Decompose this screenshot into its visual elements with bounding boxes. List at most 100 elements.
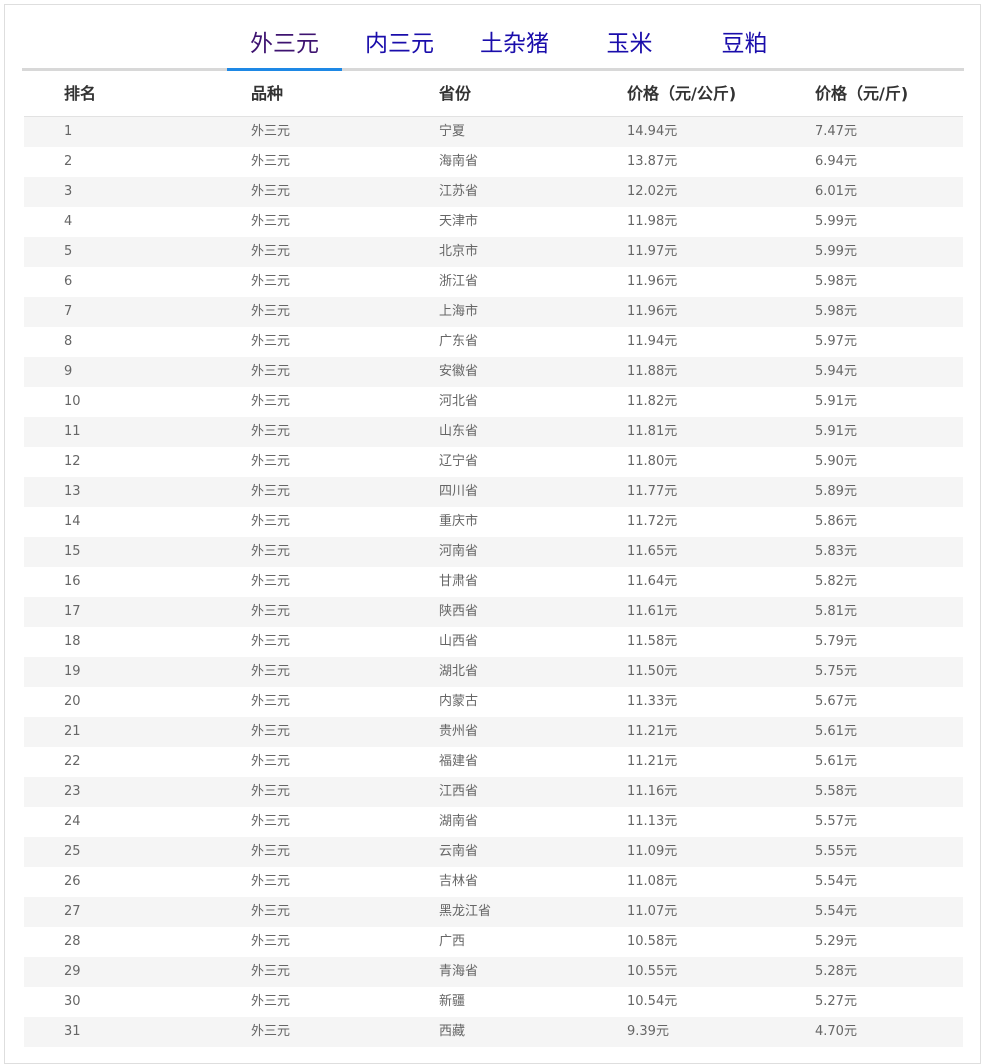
cell-breed: 外三元 [251, 574, 291, 589]
cell-breed: 外三元 [251, 454, 291, 469]
cell-breed: 外三元 [251, 184, 291, 199]
table-row: 23 外三元 江西省 11.16元 5.58元 [24, 777, 963, 807]
cell-rank: 15 [64, 544, 81, 559]
cell-price-per-kg: 11.50元 [627, 664, 678, 679]
header-price-per-kg: 价格（元/公斤) [627, 84, 737, 103]
tab-soybean-meal[interactable]: 豆粕 [707, 28, 782, 68]
cell-price-per-jin: 5.57元 [815, 814, 857, 829]
category-tabs: 外三元 内三元 土杂猪 玉米 豆粕 [22, 22, 964, 71]
tab-corn[interactable]: 玉米 [592, 28, 667, 68]
cell-price-per-kg: 11.07元 [627, 904, 678, 919]
cell-price-per-jin: 7.47元 [815, 124, 857, 139]
table-row: 15 外三元 河南省 11.65元 5.83元 [24, 537, 963, 567]
cell-price-per-kg: 11.09元 [627, 844, 678, 859]
cell-price-per-jin: 5.55元 [815, 844, 857, 859]
cell-province: 北京市 [439, 244, 479, 259]
tab-wai-san-yuan[interactable]: 外三元 [227, 28, 342, 68]
header-price-per-jin: 价格（元/斤) [815, 84, 909, 103]
table-row: 2 外三元 海南省 13.87元 6.94元 [24, 147, 963, 177]
cell-province: 福建省 [439, 754, 479, 769]
cell-province: 陕西省 [439, 604, 479, 619]
cell-breed: 外三元 [251, 724, 291, 739]
cell-province: 湖北省 [439, 664, 479, 679]
cell-breed: 外三元 [251, 964, 291, 979]
table-row: 14 外三元 重庆市 11.72元 5.86元 [24, 507, 963, 537]
cell-breed: 外三元 [251, 544, 291, 559]
cell-price-per-jin: 5.90元 [815, 454, 857, 469]
cell-province: 重庆市 [439, 514, 479, 529]
header-breed: 品种 [251, 84, 284, 103]
cell-price-per-kg: 11.97元 [627, 244, 678, 259]
cell-breed: 外三元 [251, 694, 291, 709]
cell-price-per-kg: 11.33元 [627, 694, 678, 709]
cell-price-per-kg: 11.13元 [627, 814, 678, 829]
cell-rank: 22 [64, 754, 81, 769]
cell-rank: 6 [64, 274, 73, 289]
cell-rank: 31 [64, 1024, 81, 1039]
cell-province: 四川省 [439, 484, 479, 499]
table-row: 28 外三元 广西 10.58元 5.29元 [24, 927, 963, 957]
cell-breed: 外三元 [251, 394, 291, 409]
cell-breed: 外三元 [251, 124, 291, 139]
cell-price-per-jin: 5.91元 [815, 394, 857, 409]
cell-province: 西藏 [439, 1024, 466, 1039]
cell-price-per-jin: 5.61元 [815, 724, 857, 739]
tab-nei-san-yuan[interactable]: 内三元 [352, 28, 447, 68]
cell-province: 海南省 [439, 154, 479, 169]
cell-price-per-jin: 5.27元 [815, 994, 857, 1009]
cell-rank: 4 [64, 214, 73, 229]
cell-rank: 2 [64, 154, 73, 169]
cell-rank: 29 [64, 964, 81, 979]
cell-province: 湖南省 [439, 814, 479, 829]
cell-price-per-jin: 5.54元 [815, 874, 857, 889]
cell-breed: 外三元 [251, 604, 291, 619]
cell-price-per-kg: 11.58元 [627, 634, 678, 649]
table-row: 12 外三元 辽宁省 11.80元 5.90元 [24, 447, 963, 477]
table-row: 17 外三元 陕西省 11.61元 5.81元 [24, 597, 963, 627]
cell-price-per-jin: 5.98元 [815, 274, 857, 289]
cell-price-per-jin: 5.75元 [815, 664, 857, 679]
cell-province: 安徽省 [439, 364, 479, 379]
cell-price-per-kg: 11.64元 [627, 574, 678, 589]
cell-price-per-jin: 5.54元 [815, 904, 857, 919]
cell-rank: 26 [64, 874, 81, 889]
cell-price-per-kg: 10.58元 [627, 934, 678, 949]
cell-breed: 外三元 [251, 1024, 291, 1039]
cell-province: 新疆 [439, 994, 466, 1009]
cell-breed: 外三元 [251, 484, 291, 499]
cell-rank: 9 [64, 364, 73, 379]
cell-rank: 21 [64, 724, 81, 739]
cell-breed: 外三元 [251, 634, 291, 649]
cell-price-per-jin: 6.01元 [815, 184, 857, 199]
cell-price-per-kg: 11.98元 [627, 214, 678, 229]
cell-breed: 外三元 [251, 214, 291, 229]
price-table: 排名 品种 省份 价格（元/公斤) 价格（元/斤) 1 外三元 宁夏 14.94元 7.… [24, 71, 963, 1047]
table-row: 4 外三元 天津市 11.98元 5.99元 [24, 207, 963, 237]
cell-price-per-kg: 11.82元 [627, 394, 678, 409]
cell-breed: 外三元 [251, 904, 291, 919]
cell-rank: 7 [64, 304, 73, 319]
cell-breed: 外三元 [251, 934, 291, 949]
cell-price-per-jin: 5.89元 [815, 484, 857, 499]
tab-tu-za-zhu[interactable]: 土杂猪 [467, 28, 562, 68]
table-row: 11 外三元 山东省 11.81元 5.91元 [24, 417, 963, 447]
cell-price-per-kg: 12.02元 [627, 184, 678, 199]
cell-price-per-jin: 5.99元 [815, 214, 857, 229]
cell-breed: 外三元 [251, 664, 291, 679]
cell-breed: 外三元 [251, 154, 291, 169]
cell-price-per-kg: 11.16元 [627, 784, 678, 799]
cell-price-per-kg: 11.21元 [627, 724, 678, 739]
cell-price-per-kg: 10.54元 [627, 994, 678, 1009]
table-row: 13 外三元 四川省 11.77元 5.89元 [24, 477, 963, 507]
cell-province: 内蒙古 [439, 694, 479, 709]
cell-province: 宁夏 [439, 124, 466, 139]
cell-rank: 30 [64, 994, 81, 1009]
cell-price-per-kg: 11.88元 [627, 364, 678, 379]
table-row: 26 外三元 吉林省 11.08元 5.54元 [24, 867, 963, 897]
cell-price-per-kg: 11.72元 [627, 514, 678, 529]
cell-province: 广西 [439, 934, 466, 949]
cell-breed: 外三元 [251, 844, 291, 859]
cell-breed: 外三元 [251, 334, 291, 349]
cell-price-per-kg: 11.80元 [627, 454, 678, 469]
cell-province: 上海市 [439, 304, 479, 319]
